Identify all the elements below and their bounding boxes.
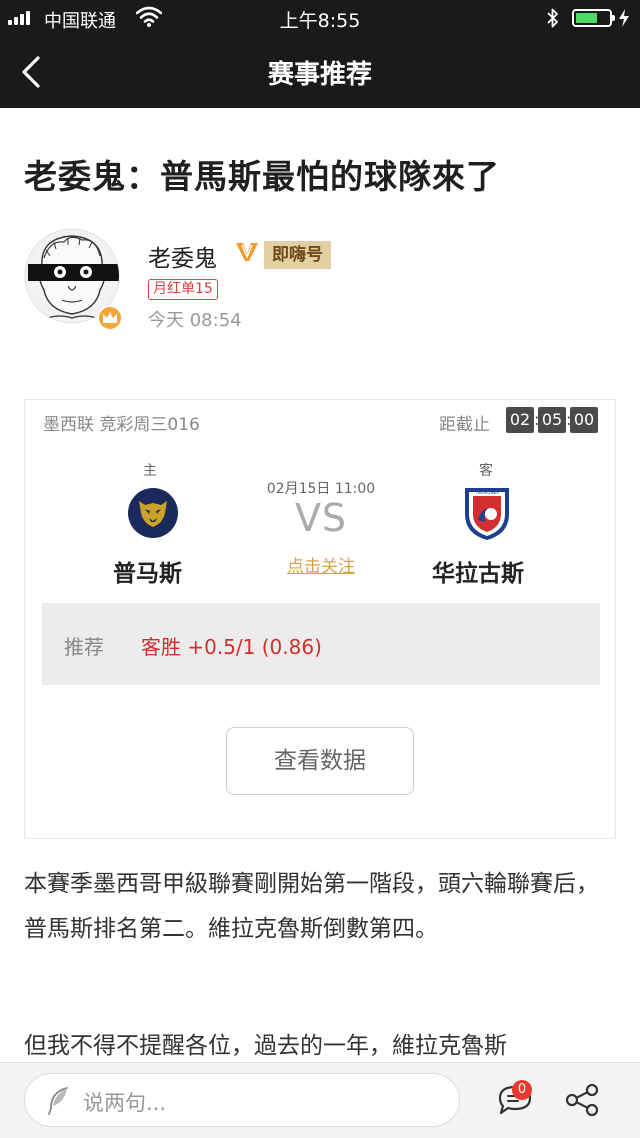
page-title: 赛事推荐	[267, 60, 372, 90]
league-info: 墨西联 竞彩周三016	[43, 415, 200, 435]
status-time: 上午8:55	[279, 10, 361, 32]
home-label: 主	[143, 463, 157, 479]
jihao-tag: 即嗨号	[264, 241, 331, 269]
comment-bar: 说两句... 0	[0, 1062, 640, 1138]
nav-bar: 赛事推荐	[0, 36, 640, 108]
author-name[interactable]: 老委鬼	[148, 239, 217, 273]
kickoff-time: 02月15日 11:00	[266, 481, 376, 497]
charging-icon	[618, 8, 630, 32]
feather-icon	[45, 1086, 71, 1120]
match-card: 墨西联 竞彩周三016 距截止 02 : 05 : 00 主 客 TIBURON…	[24, 399, 616, 839]
recommendation-label: 推荐	[64, 635, 104, 659]
month-red-badge: 月红单15	[148, 279, 218, 300]
countdown-timer: 02 : 05 : 00	[506, 407, 598, 433]
crown-icon	[97, 305, 123, 331]
comment-count-badge: 0	[512, 1080, 532, 1100]
status-bar: 中国联通 上午8:55	[0, 0, 640, 36]
view-data-button[interactable]: 查看数据	[226, 727, 414, 795]
countdown-seconds: 00	[570, 407, 598, 433]
countdown-hours: 02	[506, 407, 534, 433]
share-icon[interactable]	[564, 1083, 602, 1121]
countdown-minutes: 05	[538, 407, 566, 433]
post-time: 今天 08:54	[148, 310, 242, 331]
article-paragraph: 本賽季墨西哥甲級聯賽剛開始第一階段，頭六輪聯賽后，普馬斯排名第二。維拉克魯斯倒數…	[24, 871, 599, 942]
v-badge-icon	[234, 240, 260, 268]
battery-level	[576, 13, 597, 23]
recommendation-value: 客胜 +0.5/1 (0.86)	[141, 635, 322, 659]
article-title: 老委鬼：普馬斯最怕的球隊來了	[24, 157, 500, 196]
comment-input[interactable]: 说两句...	[24, 1073, 460, 1127]
deadline-label: 距截止	[439, 415, 490, 435]
vs-label: VS	[294, 496, 348, 540]
comment-placeholder: 说两句...	[83, 1091, 167, 1115]
bluetooth-icon	[546, 6, 560, 34]
away-label: 客	[479, 463, 493, 479]
author-avatar[interactable]	[24, 228, 128, 332]
battery-icon	[572, 9, 615, 27]
recommendation-box: 推荐 客胜 +0.5/1 (0.86)	[42, 603, 600, 685]
follow-link[interactable]: 点击关注	[287, 557, 355, 577]
